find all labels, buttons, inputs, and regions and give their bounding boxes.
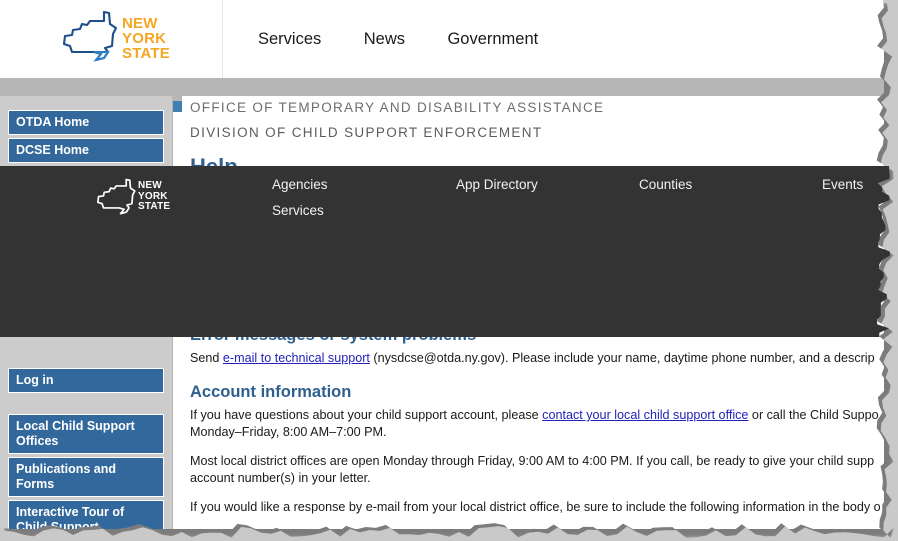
sidebar-item-publications-and-forms[interactable]: Publications and Forms (8, 457, 164, 497)
text-after-office-link: or call the Child Suppo (748, 408, 879, 422)
sidebar-item-dcse-home[interactable]: DCSE Home (8, 138, 164, 163)
section-heading-account-information: Account information (190, 383, 352, 401)
site-header: NEW YORK STATE Services News Government (0, 0, 884, 78)
sidebar-item-interactive-tour[interactable]: Interactive Tour of Child Support (8, 500, 164, 529)
nys-logo-text: NEW YORK STATE (122, 16, 170, 61)
header-divider (222, 0, 223, 78)
text-before-office-link: If you have questions about your child s… (190, 408, 543, 422)
logo-line-2: YORK (122, 30, 167, 47)
text-office-hours: Monday–Friday, 8:00 AM–7:00 PM. (190, 425, 387, 439)
overlay-nav-counties[interactable]: Counties (639, 177, 692, 192)
nav-item-government[interactable]: Government (447, 30, 538, 49)
overlay-nav-links: Agencies Services App Directory Counties… (0, 166, 898, 337)
required-info-list: Your name (190, 528, 884, 529)
agency-name: OFFICE OF TEMPORARY AND DISABILITY ASSIS… (190, 100, 605, 115)
list-item: Your name (212, 528, 884, 529)
nygov-overlay-nav: NEW YORK STATE Agencies Services App Dir… (0, 166, 898, 337)
link-email-technical-support[interactable]: e-mail to technical support (223, 351, 370, 365)
overlay-nav-agencies[interactable]: Agencies (272, 177, 328, 192)
screenshot-root: NEW YORK STATE Services News Government (0, 0, 898, 541)
logo-line-1: NEW (122, 15, 158, 32)
sidebar-item-otda-home[interactable]: OTDA Home (8, 110, 164, 135)
link-contact-local-child-support-office[interactable]: contact your local child support office (542, 408, 748, 422)
sidebar-item-log-in[interactable]: Log in (8, 368, 164, 393)
text-after-support-link: (nysdcse@otda.ny.gov). Please include yo… (369, 351, 875, 365)
paragraph-email-response: If you would like a response by e-mail f… (190, 500, 881, 514)
logo-line-3: STATE (122, 45, 170, 62)
text-district-hours-line1: Most local district offices are open Mon… (190, 454, 875, 468)
nav-item-services[interactable]: Services (258, 30, 321, 49)
nys-logo[interactable]: NEW YORK STATE (60, 6, 180, 72)
overlay-nav-services[interactable]: Services (272, 203, 324, 218)
new-york-state-map-icon (62, 10, 118, 62)
text-send: Send (190, 351, 223, 365)
primary-nav: Services News Government (258, 30, 576, 54)
text-district-hours-line2: account number(s) in your letter. (190, 471, 371, 485)
paragraph-tech-support: Send e-mail to technical support (nysdcs… (190, 350, 884, 367)
paragraph-account-questions: If you have questions about your child s… (190, 407, 884, 441)
overlay-nav-app-directory[interactable]: App Directory (456, 177, 538, 192)
nav-item-news[interactable]: News (364, 30, 405, 49)
division-name: DIVISION OF CHILD SUPPORT ENFORCEMENT (190, 125, 543, 140)
paragraph-district-office-hours: Most local district offices are open Mon… (190, 453, 884, 487)
overlay-nav-events[interactable]: Events (822, 177, 863, 192)
sidebar-item-local-child-support-offices[interactable]: Local Child Support Offices (8, 414, 164, 454)
